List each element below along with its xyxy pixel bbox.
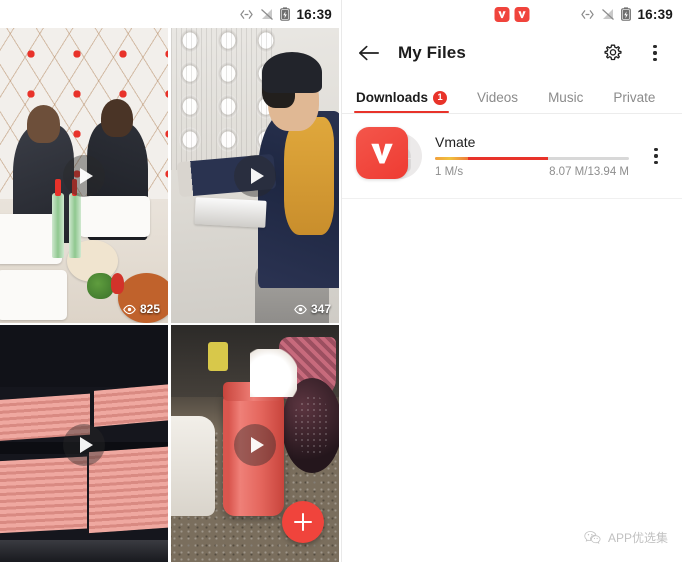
video-thumbnail-2[interactable]: 347: [171, 28, 339, 323]
download-speed: 1 M/s: [435, 166, 464, 179]
vmate-v-glyph: [371, 143, 393, 164]
left-status-bar: 16:39: [0, 0, 341, 28]
eye-icon: [123, 304, 136, 314]
app-screen: 16:39 825 347 16:39 My Files Downloads 1…: [0, 0, 682, 562]
progress-red-segment: [467, 156, 548, 161]
download-icon-group: [356, 127, 422, 185]
tab-videos-label: Videos: [477, 90, 519, 105]
person-right-head: [100, 98, 133, 138]
more-vertical-icon: [653, 44, 657, 62]
tab-private-label: Private: [613, 90, 656, 105]
vmate-icon: [494, 6, 510, 22]
vmate-app-icon: [356, 127, 408, 179]
vmate-v-glyph: [498, 10, 506, 18]
tab-downloads[interactable]: Downloads 1: [353, 90, 450, 113]
worker-cap: [261, 51, 323, 93]
sink-basin: [171, 415, 215, 517]
bottle-2: [68, 178, 81, 259]
data-transfer-icon: [240, 9, 254, 19]
video-feed-panel: 16:39 825 347: [0, 0, 341, 562]
gear-icon: [604, 44, 622, 61]
watermark: APP优选集: [584, 529, 668, 546]
app-bar: My Files: [342, 28, 682, 78]
food-plate-3: [78, 196, 150, 238]
progress-orange-segment: [435, 156, 468, 161]
downloads-badge: 1: [433, 90, 448, 105]
play-icon[interactable]: [234, 423, 276, 466]
download-item[interactable]: Vmate 1 M/s 8.07 M/13.94 M: [342, 114, 682, 199]
whipped-cream: [249, 348, 297, 397]
tab-music-label: Music: [548, 90, 584, 105]
tab-videos[interactable]: Videos: [477, 90, 518, 113]
view-count-label-1: 825: [139, 302, 160, 316]
left-status-time: 16:39: [296, 6, 332, 22]
chili-pepper: [110, 272, 125, 294]
view-count-label-2: 347: [310, 302, 331, 316]
page-title: My Files: [398, 43, 466, 62]
view-count-2: 347: [294, 302, 331, 316]
bottle-1: [52, 178, 64, 259]
battery-charging-icon: [280, 7, 291, 21]
warehouse-floor: [0, 540, 168, 562]
play-icon[interactable]: [234, 154, 276, 197]
battery-charging-icon: [621, 7, 632, 21]
download-name: Vmate: [435, 133, 476, 150]
right-status-bar: 16:39: [342, 0, 682, 28]
tab-private[interactable]: Private: [613, 90, 655, 113]
more-vertical-icon: [654, 147, 658, 165]
food-plate-2: [0, 269, 68, 321]
download-size: 8.07 M/13.94 M: [549, 166, 629, 179]
tab-downloads-label: Downloads: [356, 90, 429, 105]
add-button[interactable]: [282, 501, 324, 543]
panel-stack-2: [94, 383, 168, 427]
wechat-icon: [584, 531, 601, 544]
overflow-menu-button[interactable]: [642, 40, 668, 66]
video-grid: 825 347: [0, 28, 341, 562]
person-left-head: [26, 104, 61, 144]
data-transfer-icon: [581, 9, 595, 19]
play-icon[interactable]: [63, 154, 105, 197]
download-meta: 1 M/s 8.07 M/13.94 M: [435, 166, 629, 178]
panel-stack-4: [89, 446, 168, 534]
eye-icon: [294, 304, 307, 314]
plaster-trowel: [193, 197, 266, 228]
vmate-v-glyph: [518, 10, 526, 18]
video-thumbnail-1[interactable]: 825: [0, 28, 168, 323]
signal-off-icon: [602, 8, 615, 20]
worker-hood: [283, 116, 334, 235]
tab-music[interactable]: Music: [548, 90, 583, 113]
view-count-1: 825: [123, 302, 160, 316]
panel-stack-3: [0, 456, 88, 533]
notification-icons: [494, 6, 530, 22]
arrow-left-icon: [359, 45, 379, 61]
download-details: Vmate 1 M/s 8.07 M/13.94 M: [435, 134, 629, 178]
play-icon[interactable]: [63, 423, 105, 466]
signal-off-icon: [261, 8, 274, 20]
watermark-text: APP优选集: [607, 531, 668, 545]
download-progress-bar: [435, 156, 629, 161]
tab-bar: Downloads 1 Videos Music Private: [342, 78, 682, 114]
download-item-menu-button[interactable]: [642, 147, 670, 165]
left-status-icons: [239, 7, 291, 21]
right-status-icons: 16:39: [580, 7, 673, 22]
my-files-panel: 16:39 My Files Downloads 1 Videos Music …: [341, 0, 682, 562]
shelf-shadow-top: [0, 325, 168, 388]
right-status-time: 16:39: [637, 6, 673, 22]
vmate-icon: [514, 6, 530, 22]
settings-button[interactable]: [600, 40, 626, 66]
video-thumbnail-3[interactable]: [0, 325, 168, 562]
back-button[interactable]: [356, 40, 382, 66]
